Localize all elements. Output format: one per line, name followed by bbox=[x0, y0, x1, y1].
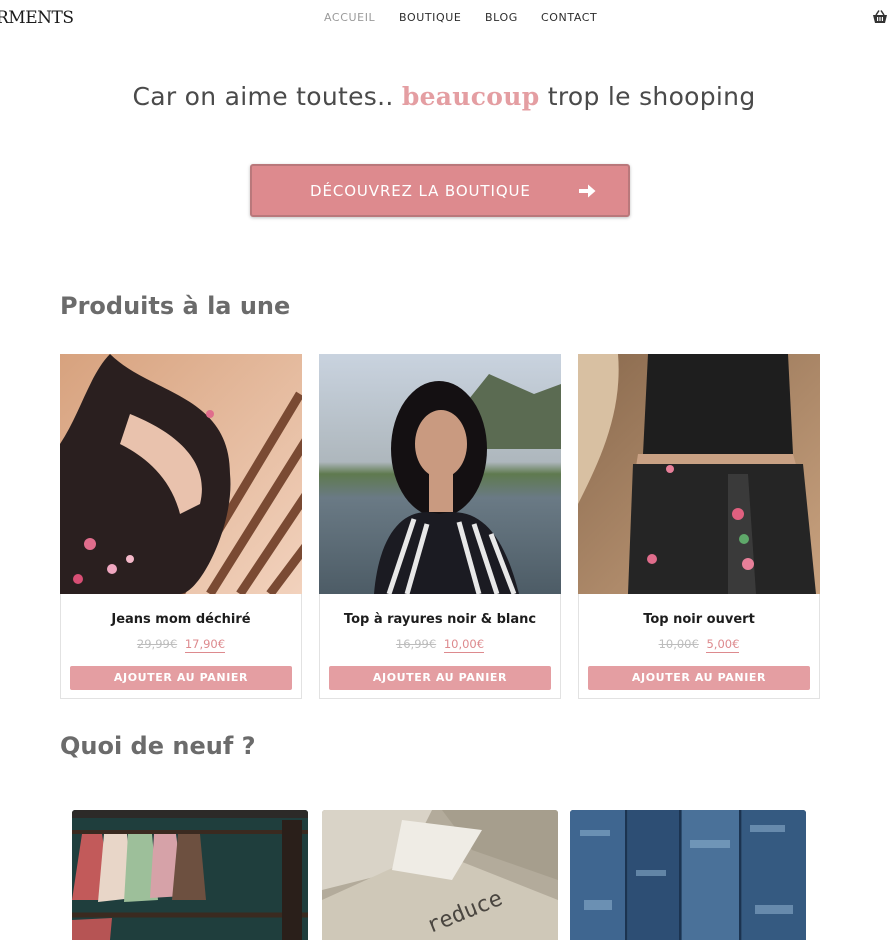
product-prices: 16,99€ 10,00€ bbox=[320, 637, 560, 653]
old-price: 10,00€ bbox=[658, 637, 699, 651]
featured-title: Produits à la une bbox=[60, 292, 291, 320]
product-name[interactable]: Jeans mom déchiré bbox=[61, 612, 301, 627]
old-price: 29,99€ bbox=[136, 637, 178, 651]
nav-item-blog[interactable]: BLOG bbox=[485, 11, 518, 24]
product-card: Top noir ouvert 10,00€ 5,00€ AJOUTER AU … bbox=[578, 354, 820, 699]
product-name[interactable]: Top noir ouvert bbox=[579, 612, 819, 627]
cta-label: DÉCOUVREZ LA BOUTIQUE bbox=[310, 182, 531, 200]
news-post-clothing-rack[interactable] bbox=[72, 810, 308, 940]
product-image-jeans[interactable] bbox=[60, 354, 302, 594]
add-to-cart-button[interactable]: AJOUTER AU PANIER bbox=[329, 666, 551, 690]
old-price: 16,99€ bbox=[395, 637, 437, 651]
product-prices: 29,99€ 17,90€ bbox=[61, 637, 301, 653]
add-to-cart-button[interactable]: AJOUTER AU PANIER bbox=[70, 666, 292, 690]
sale-price: 10,00€ bbox=[443, 637, 485, 653]
clothing-rack-image bbox=[72, 810, 308, 940]
denim-jeans-image bbox=[570, 810, 806, 940]
cardboard-reduce-image: reduce bbox=[322, 810, 558, 940]
product-card: Top à rayures noir & blanc 16,99€ 10,00€… bbox=[319, 354, 561, 699]
site-logo[interactable]: RMENTS bbox=[0, 8, 74, 28]
sale-price: 5,00€ bbox=[706, 637, 740, 653]
tagline-accent: beaucoup bbox=[401, 82, 540, 111]
product-image-striped-top[interactable] bbox=[319, 354, 561, 594]
product-image-black-top[interactable] bbox=[578, 354, 820, 594]
nav-item-boutique[interactable]: BOUTIQUE bbox=[399, 11, 462, 24]
news-post-reduce[interactable]: reduce bbox=[322, 810, 558, 940]
news-title: Quoi de neuf ? bbox=[60, 732, 256, 760]
add-to-cart-button[interactable]: AJOUTER AU PANIER bbox=[588, 666, 810, 690]
tagline-start: Car on aime toutes.. bbox=[132, 82, 394, 111]
sale-price: 17,90€ bbox=[184, 637, 226, 653]
site-header: RMENTS ACCUEIL BOUTIQUE BLOG CONTACT bbox=[0, 0, 888, 40]
product-card: Jeans mom déchiré 29,99€ 17,90€ AJOUTER … bbox=[60, 354, 302, 699]
news-post-denim[interactable] bbox=[570, 810, 806, 940]
tagline-end: trop le shooping bbox=[547, 82, 756, 111]
hero-tagline: Car on aime toutes.. beaucoup trop le sh… bbox=[0, 82, 888, 111]
nav-item-accueil[interactable]: ACCUEIL bbox=[324, 11, 375, 24]
arrow-right-icon bbox=[579, 184, 596, 198]
nav-item-contact[interactable]: CONTACT bbox=[541, 11, 597, 24]
basket-icon[interactable] bbox=[872, 9, 888, 25]
discover-shop-button[interactable]: DÉCOUVREZ LA BOUTIQUE bbox=[250, 164, 630, 217]
product-name[interactable]: Top à rayures noir & blanc bbox=[320, 612, 560, 627]
product-prices: 10,00€ 5,00€ bbox=[579, 637, 819, 653]
